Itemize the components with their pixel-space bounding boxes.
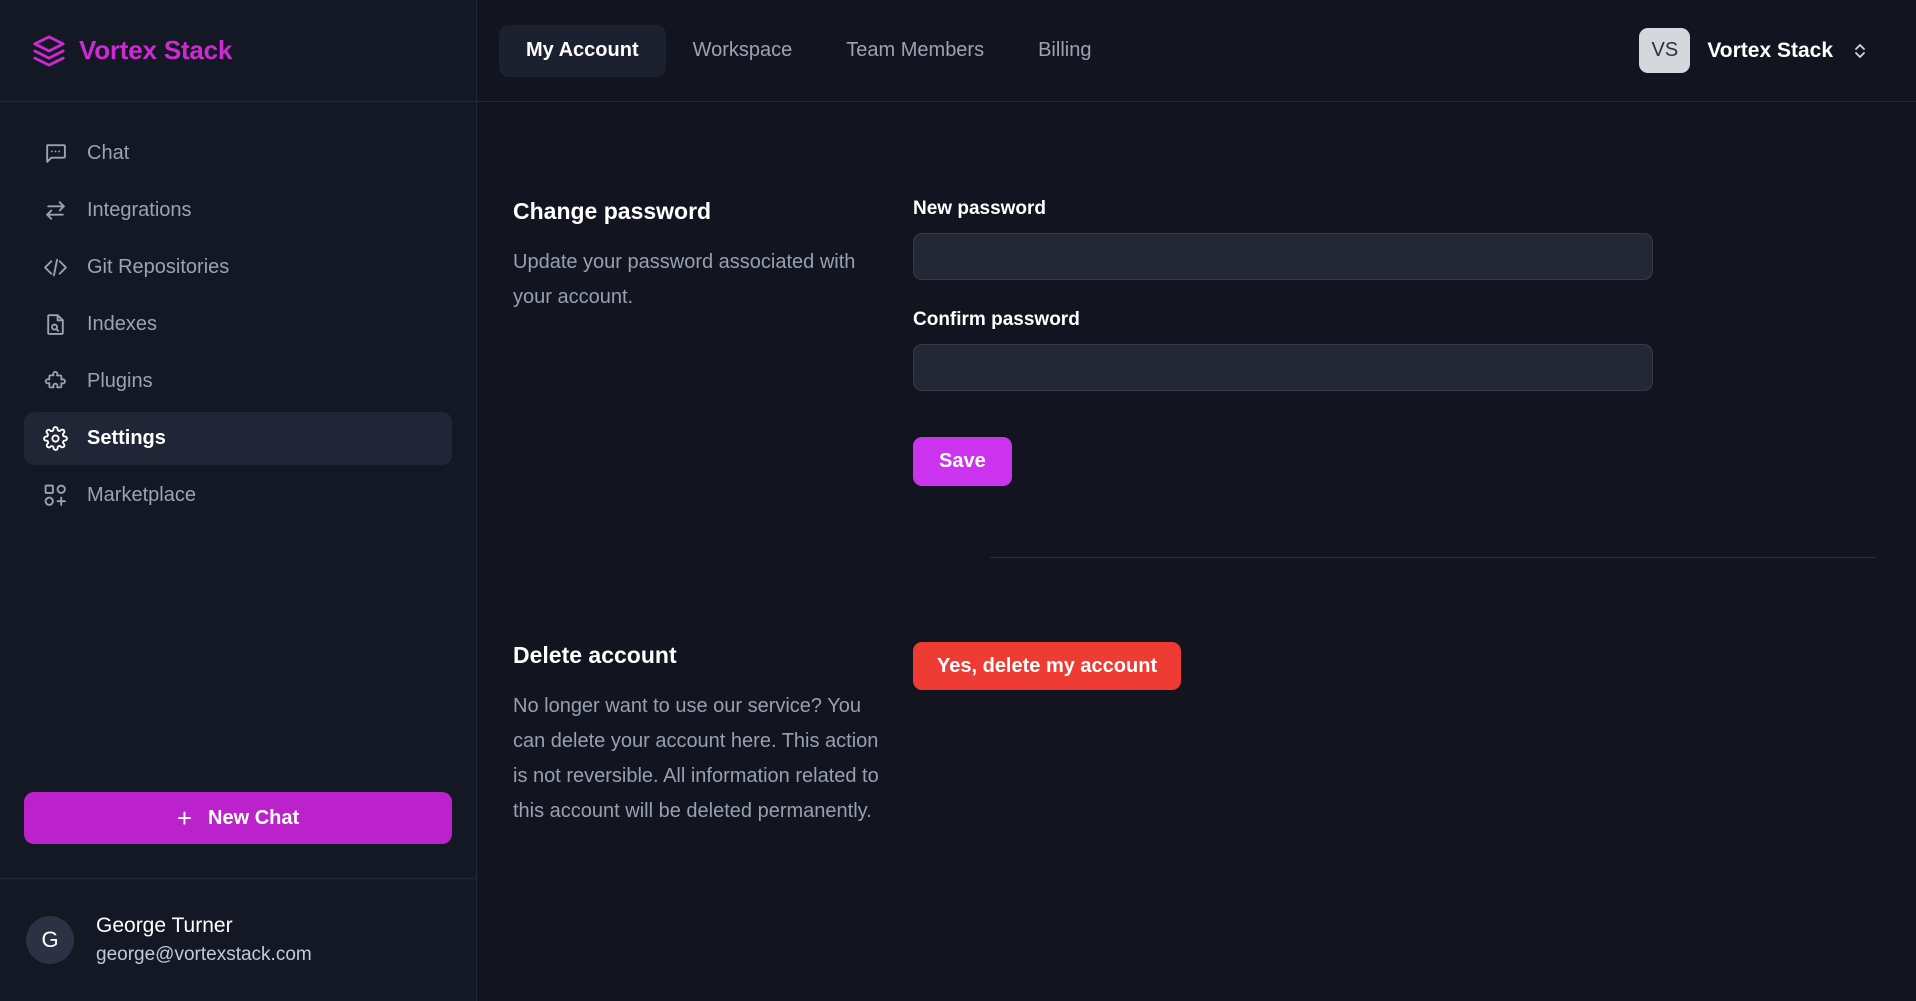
tab-team-members[interactable]: Team Members: [819, 25, 1011, 77]
settings-content: Change password Update your password ass…: [477, 102, 1916, 1001]
delete-account-action: Yes, delete my account: [913, 642, 1653, 829]
puzzle-piece-icon: [42, 368, 69, 395]
section-description: Update your password associated with you…: [513, 251, 856, 308]
new-password-label: New password: [913, 198, 1047, 219]
gear-icon: [42, 425, 69, 452]
confirm-password-label: Confirm password: [913, 309, 1080, 330]
sidebar-item-indexes[interactable]: Indexes: [24, 298, 452, 351]
sidebar-item-label: Settings: [87, 427, 166, 449]
sidebar-item-plugins[interactable]: Plugins: [24, 355, 452, 408]
topbar: My Account Workspace Team Members Billin…: [477, 0, 1916, 102]
sidebar-item-chat[interactable]: Chat: [24, 127, 452, 180]
tab-label: Billing: [1038, 39, 1092, 61]
section-title: Delete account: [513, 642, 677, 668]
tab-label: Workspace: [692, 39, 793, 61]
sidebar-user-profile[interactable]: G George Turner george@vortexstack.com: [0, 878, 476, 1001]
tab-workspace[interactable]: Workspace: [666, 25, 820, 77]
grid-plus-icon: [42, 482, 69, 509]
sidebar: Vortex Stack Chat Integrations Git Repos…: [0, 0, 477, 1001]
confirm-password-field-group: Confirm password: [913, 309, 1653, 391]
change-password-section: Change password Update your password ass…: [477, 198, 1916, 486]
sidebar-item-label: Marketplace: [87, 484, 196, 506]
tab-label: Team Members: [846, 39, 985, 61]
delete-account-info: Delete account No longer want to use our…: [513, 642, 913, 829]
settings-tabs: My Account Workspace Team Members Billin…: [499, 24, 1118, 77]
delete-account-section: Delete account No longer want to use our…: [477, 558, 1916, 829]
plus-icon: +: [176, 803, 193, 833]
user-name: George Turner: [96, 914, 233, 937]
change-password-info: Change password Update your password ass…: [513, 198, 913, 486]
sidebar-item-label: Chat: [87, 142, 130, 164]
confirm-password-input[interactable]: [913, 344, 1653, 391]
layers-stack-icon: [32, 34, 66, 68]
section-title: Change password: [513, 198, 712, 224]
sidebar-item-integrations[interactable]: Integrations: [24, 184, 452, 237]
new-password-field-group: New password: [913, 198, 1653, 280]
sidebar-item-settings[interactable]: Settings: [24, 412, 452, 465]
swap-arrows-icon: [42, 197, 69, 224]
new-chat-button[interactable]: + New Chat: [24, 792, 452, 844]
sidebar-item-label: Plugins: [87, 370, 153, 392]
new-password-input[interactable]: [913, 233, 1653, 280]
new-chat-label: New Chat: [208, 806, 300, 829]
main-area: My Account Workspace Team Members Billin…: [477, 0, 1916, 1001]
chat-bubble-icon: [42, 140, 69, 167]
sidebar-item-label: Indexes: [87, 313, 158, 335]
sidebar-item-marketplace[interactable]: Marketplace: [24, 469, 452, 522]
brand-name: Vortex Stack: [79, 35, 233, 65]
sidebar-item-label: Integrations: [87, 199, 192, 221]
document-search-icon: [42, 311, 69, 338]
account-name: Vortex Stack: [1707, 38, 1833, 62]
user-email: george@vortexstack.com: [96, 944, 312, 965]
tab-label: My Account: [526, 39, 639, 61]
tab-my-account[interactable]: My Account: [499, 24, 666, 77]
app-root: Vortex Stack Chat Integrations Git Repos…: [0, 0, 1916, 1001]
save-button[interactable]: Save: [913, 437, 1012, 486]
delete-account-button[interactable]: Yes, delete my account: [913, 642, 1182, 690]
avatar: G: [26, 916, 74, 964]
code-brackets-icon: [42, 254, 69, 281]
sidebar-item-label: Git Repositories: [87, 256, 230, 278]
section-description: No longer want to use our service? You c…: [513, 695, 879, 822]
new-chat-wrap: + New Chat: [0, 792, 476, 878]
sidebar-nav: Chat Integrations Git Repositories Index…: [0, 102, 476, 522]
user-meta: George Turner george@vortexstack.com: [96, 914, 312, 966]
tab-billing[interactable]: Billing: [1011, 25, 1118, 77]
chevron-up-down-icon: [1850, 39, 1870, 63]
sidebar-item-git-repositories[interactable]: Git Repositories: [24, 241, 452, 294]
account-badge: VS: [1639, 28, 1691, 73]
brand[interactable]: Vortex Stack: [0, 0, 476, 102]
change-password-form: New password Confirm password Save: [913, 198, 1653, 486]
account-switcher[interactable]: VS Vortex Stack: [1639, 28, 1892, 73]
